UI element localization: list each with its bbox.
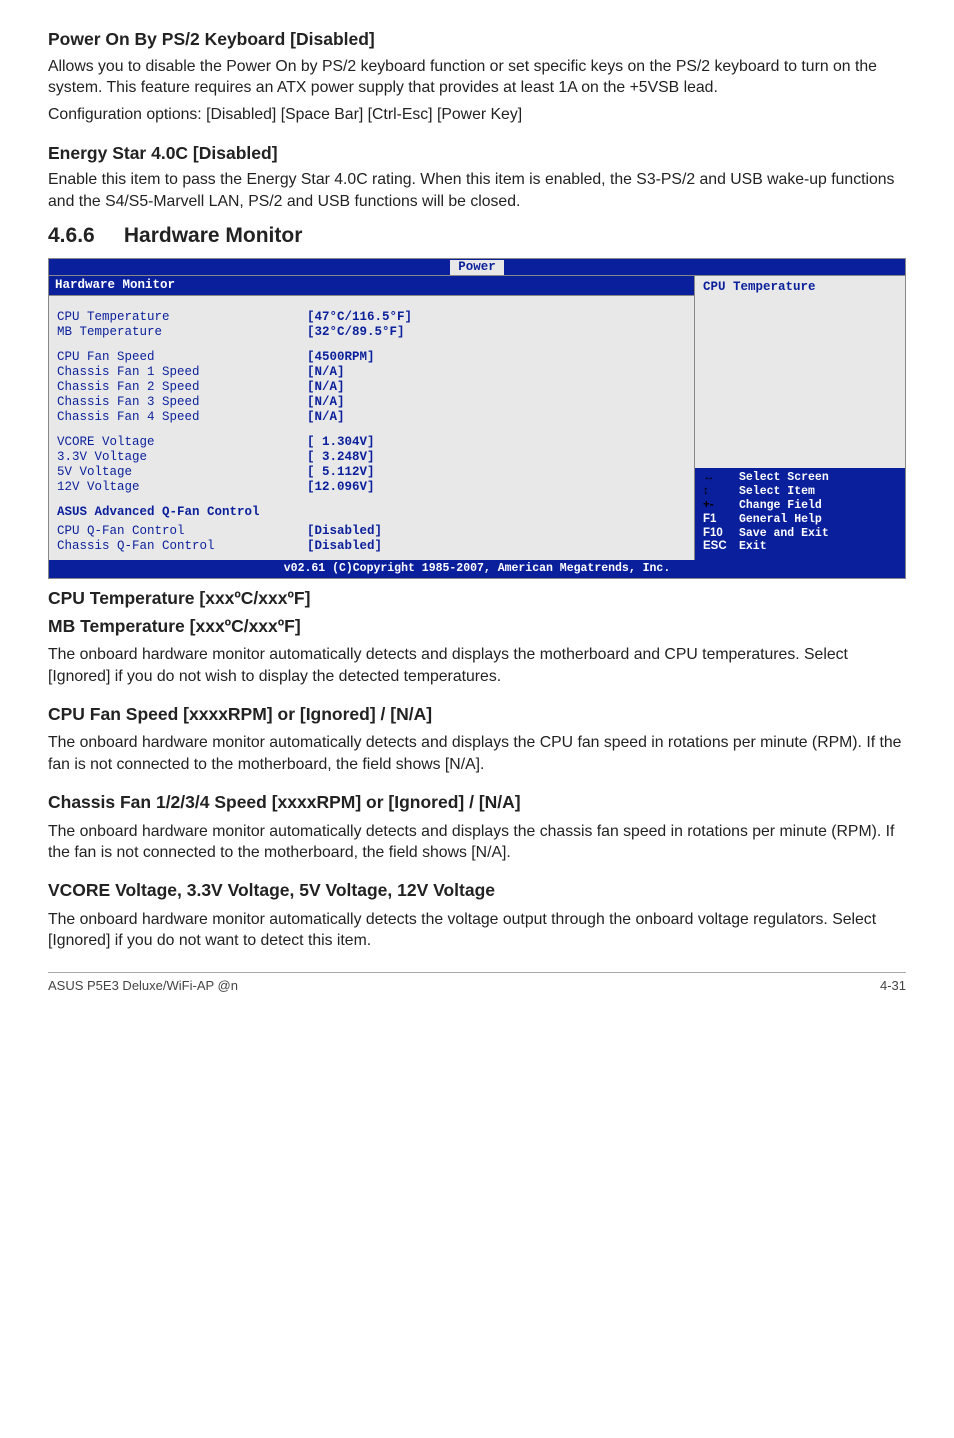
bios-help-text: Select Screen	[739, 471, 829, 485]
bios-row[interactable]: 5V Voltage[ 5.112V]	[57, 465, 686, 480]
footer-page-number: 4-31	[880, 977, 906, 995]
bios-label: CPU Temperature	[57, 310, 307, 325]
bios-label: CPU Fan Speed	[57, 350, 307, 365]
bios-row[interactable]: CPU Fan Speed[4500RPM]	[57, 350, 686, 365]
bios-row[interactable]: 3.3V Voltage[ 3.248V]	[57, 450, 686, 465]
bios-help-key: F1	[703, 513, 739, 527]
bios-label: Chassis Fan 3 Speed	[57, 395, 307, 410]
section-title: Hardware Monitor	[124, 224, 303, 247]
bios-row[interactable]: 12V Voltage[12.096V]	[57, 480, 686, 495]
bios-help-text: Exit	[739, 540, 767, 554]
para-power-on-ps2-1: Allows you to disable the Power On by PS…	[48, 56, 906, 99]
bios-value: [12.096V]	[307, 480, 375, 495]
bios-help-text: Select Item	[739, 485, 815, 499]
bios-left-panel: Hardware Monitor CPU Temperature[47°C/11…	[49, 276, 695, 560]
bios-help-row: ESCExit	[703, 540, 897, 554]
bios-value: [Disabled]	[307, 524, 382, 539]
bios-row[interactable]: CPU Q-Fan Control[Disabled]	[57, 524, 686, 539]
bios-label: 12V Voltage	[57, 480, 307, 495]
bios-row[interactable]: Chassis Fan 4 Speed[N/A]	[57, 410, 686, 425]
bios-help-row: F1General Help	[703, 513, 897, 527]
bios-help-key: +-	[703, 499, 739, 513]
bios-help-row: +-Change Field	[703, 499, 897, 513]
bios-help-key: ↔	[703, 471, 739, 485]
bios-help-key: ESC	[703, 540, 739, 554]
heading-chassis-fan-speed: Chassis Fan 1/2/3/4 Speed [xxxxRPM] or […	[48, 791, 906, 815]
para-power-on-ps2-2: Configuration options: [Disabled] [Space…	[48, 104, 906, 125]
bios-label: MB Temperature	[57, 325, 307, 340]
bios-row[interactable]: CPU Temperature[47°C/116.5°F]	[57, 310, 686, 325]
bios-label: Chassis Q-Fan Control	[57, 539, 307, 554]
heading-voltages: VCORE Voltage, 3.3V Voltage, 5V Voltage,…	[48, 879, 906, 903]
bios-label: Chassis Fan 1 Speed	[57, 365, 307, 380]
bios-row[interactable]: Chassis Fan 3 Speed[N/A]	[57, 395, 686, 410]
para-cpu-fan-speed: The onboard hardware monitor automatical…	[48, 732, 906, 775]
bios-screen: Power Hardware Monitor CPU Temperature[4…	[48, 258, 906, 579]
bios-row[interactable]: MB Temperature[32°C/89.5°F]	[57, 325, 686, 340]
heading-hardware-monitor: 4.6.6 Hardware Monitor	[48, 222, 906, 250]
bios-help-key: ↕	[703, 485, 739, 499]
bios-value: [47°C/116.5°F]	[307, 310, 412, 325]
bios-row-adv-qfan[interactable]: ASUS Advanced Q-Fan Control	[57, 505, 686, 520]
para-temp: The onboard hardware monitor automatical…	[48, 644, 906, 687]
bios-tab-power[interactable]: Power	[450, 260, 504, 275]
footer-product: ASUS P5E3 Deluxe/WiFi-AP @n	[48, 977, 238, 995]
bios-help-text: Save and Exit	[739, 527, 829, 541]
bios-row[interactable]: VCORE Voltage[ 1.304V]	[57, 435, 686, 450]
bios-label: CPU Q-Fan Control	[57, 524, 307, 539]
para-chassis-fan-speed: The onboard hardware monitor automatical…	[48, 821, 906, 864]
bios-help-row: F10Save and Exit	[703, 527, 897, 541]
bios-value: [4500RPM]	[307, 350, 375, 365]
bios-help-key: F10	[703, 527, 739, 541]
heading-power-on-ps2: Power On By PS/2 Keyboard [Disabled]	[48, 28, 906, 52]
bios-value: [N/A]	[307, 410, 345, 425]
bios-menu-bar: Power	[49, 259, 905, 275]
bios-value: [ 5.112V]	[307, 465, 375, 480]
bios-row[interactable]: Chassis Q-Fan Control[Disabled]	[57, 539, 686, 554]
bios-value: [N/A]	[307, 395, 345, 410]
bios-value: [ 3.248V]	[307, 450, 375, 465]
bios-value: [N/A]	[307, 365, 345, 380]
bios-label: ASUS Advanced Q-Fan Control	[57, 505, 307, 520]
bios-help-row: ↕Select Item	[703, 485, 897, 499]
bios-footer: v02.61 (C)Copyright 1985-2007, American …	[49, 560, 905, 578]
heading-energy-star: Energy Star 4.0C [Disabled]	[48, 142, 906, 166]
bios-label: Chassis Fan 2 Speed	[57, 380, 307, 395]
bios-help-text: General Help	[739, 513, 822, 527]
bios-label: Chassis Fan 4 Speed	[57, 410, 307, 425]
heading-mb-temp: MB Temperature [xxxºC/xxxºF]	[48, 615, 906, 639]
bios-label: VCORE Voltage	[57, 435, 307, 450]
bios-value: [N/A]	[307, 380, 345, 395]
para-energy-star: Enable this item to pass the Energy Star…	[48, 169, 906, 212]
para-voltages: The onboard hardware monitor automatical…	[48, 909, 906, 952]
bios-help-text: Change Field	[739, 499, 822, 513]
heading-cpu-temp: CPU Temperature [xxxºC/xxxºF]	[48, 587, 906, 611]
bios-value: [ 1.304V]	[307, 435, 375, 450]
bios-row[interactable]: Chassis Fan 1 Speed[N/A]	[57, 365, 686, 380]
bios-help-panel: CPU Temperature ↔Select Screen↕Select It…	[695, 276, 905, 560]
bios-panel-title: Hardware Monitor	[49, 276, 694, 296]
bios-label: 5V Voltage	[57, 465, 307, 480]
bios-value: [Disabled]	[307, 539, 382, 554]
heading-cpu-fan-speed: CPU Fan Speed [xxxxRPM] or [Ignored] / […	[48, 703, 906, 727]
bios-label: 3.3V Voltage	[57, 450, 307, 465]
bios-help-row: ↔Select Screen	[703, 471, 897, 485]
page-footer: ASUS P5E3 Deluxe/WiFi-AP @n 4-31	[48, 972, 906, 995]
bios-value: [32°C/89.5°F]	[307, 325, 405, 340]
bios-help-keys: ↔Select Screen↕Select Item+-Change Field…	[695, 468, 905, 560]
bios-help-title: CPU Temperature	[703, 280, 897, 295]
bios-row[interactable]: Chassis Fan 2 Speed[N/A]	[57, 380, 686, 395]
section-number: 4.6.6	[48, 222, 118, 250]
